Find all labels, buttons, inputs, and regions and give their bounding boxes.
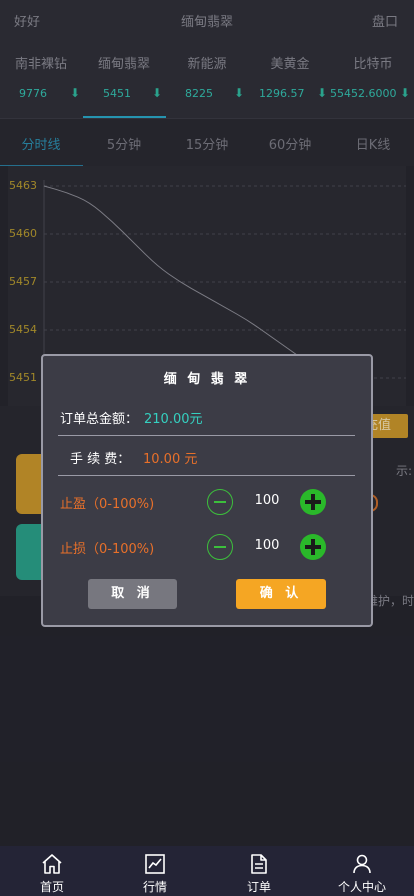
order-modal: 缅 甸 翡 翠 订单总金额： 210.00元 手 续 费： 10.00 元 止盈…	[41, 354, 373, 627]
cancel-button[interactable]: 取 消	[88, 579, 177, 609]
home-icon	[42, 854, 62, 874]
divider	[58, 435, 355, 436]
modal-title: 缅 甸 翡 翠	[163, 372, 251, 387]
nav-label: 行情	[142, 880, 167, 894]
fee-value: 10.00 元	[143, 452, 198, 467]
order-total-label: 订单总金额：	[60, 412, 139, 427]
stop-loss-value[interactable]: 100	[247, 538, 287, 553]
order-total-value: 210.00元	[144, 412, 203, 427]
nav-label: 个人中心	[337, 880, 386, 894]
take-profit-minus-button[interactable]	[207, 489, 233, 515]
fee-label: 手 续 费：	[70, 452, 131, 467]
nav-label: 订单	[246, 880, 271, 894]
chart-icon	[145, 854, 165, 874]
nav-item-profile[interactable]: 个人中心	[310, 846, 414, 896]
take-profit-plus-button[interactable]	[300, 489, 326, 515]
nav-item-market[interactable]: 行情	[103, 846, 207, 896]
nav-item-home[interactable]: 首页	[0, 846, 104, 896]
document-icon	[251, 854, 267, 874]
bottom-nav: 首页 行情 订单 个人中心	[0, 846, 414, 896]
confirm-button[interactable]: 确 认	[236, 579, 326, 609]
stop-loss-minus-button[interactable]	[207, 534, 233, 560]
divider	[58, 475, 355, 476]
user-icon	[353, 854, 371, 874]
take-profit-value[interactable]: 100	[247, 493, 287, 508]
nav-item-orders[interactable]: 订单	[207, 846, 311, 896]
stop-loss-label: 止损（0-100%)	[60, 542, 155, 557]
stop-loss-plus-button[interactable]	[300, 534, 326, 560]
nav-label: 首页	[39, 880, 64, 894]
take-profit-label: 止盈（0-100%)	[60, 497, 155, 512]
